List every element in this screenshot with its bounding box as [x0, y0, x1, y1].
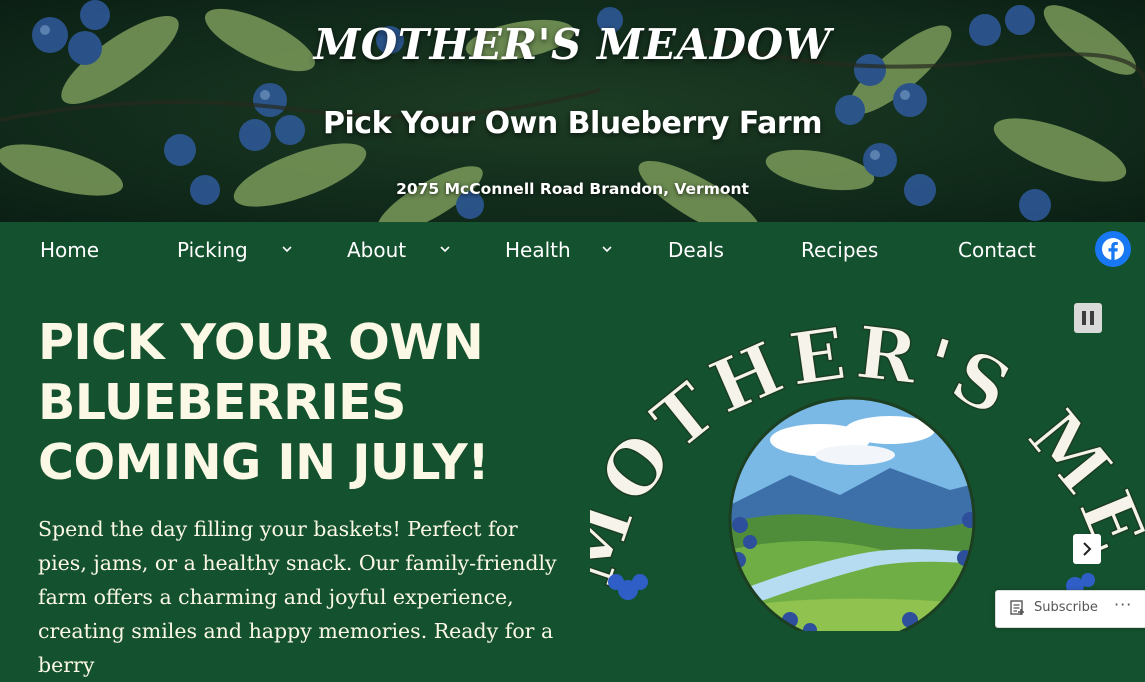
- nav-item-deals[interactable]: Deals: [668, 222, 724, 278]
- chevron-down-icon[interactable]: [279, 241, 295, 257]
- more-options-icon[interactable]: ···: [1114, 595, 1132, 614]
- subscribe-button[interactable]: Subscribe: [1034, 600, 1098, 615]
- header-banner: MOTHER'S MEADOW Pick Your Own Blueberry …: [0, 0, 1145, 222]
- mothers-meadow-logo: MOTHER'S MEADOW: [590, 290, 1145, 631]
- reader-icon: [1010, 600, 1024, 615]
- nav-item-about[interactable]: About: [347, 222, 406, 278]
- pause-icon-bar-right: [1090, 311, 1094, 325]
- facebook-glyph: [1102, 238, 1124, 260]
- nav-item-contact[interactable]: Contact: [958, 222, 1036, 278]
- nav-item-recipes[interactable]: Recipes: [801, 222, 878, 278]
- pause-button[interactable]: [1074, 303, 1102, 333]
- site-title[interactable]: MOTHER'S MEADOW: [0, 20, 1145, 69]
- chevron-down-icon[interactable]: [599, 241, 615, 257]
- next-slide-button[interactable]: [1073, 534, 1101, 564]
- subscribe-bar[interactable]: Subscribe ···: [995, 590, 1145, 628]
- nav-item-home[interactable]: Home: [40, 222, 99, 278]
- chevron-down-icon[interactable]: [437, 241, 453, 257]
- pause-icon-bar-left: [1082, 311, 1086, 325]
- facebook-icon[interactable]: [1095, 231, 1131, 267]
- chevron-right-icon: [1083, 542, 1092, 556]
- nav-item-health[interactable]: Health: [505, 222, 571, 278]
- site-address: 2075 McConnell Road Brandon, Vermont: [396, 180, 749, 198]
- slideshow-image: MOTHER'S MEADOW: [590, 290, 1145, 631]
- hero-headline: PICK YOUR OWN BLUEBERRIES COMING IN JULY…: [38, 314, 490, 491]
- site-tagline: Pick Your Own Blueberry Farm: [323, 106, 822, 141]
- main-navigation: Home Picking About Health Deals Recipes …: [0, 222, 1145, 278]
- hero-intro-text: Spend the day filling your baskets! Perf…: [38, 517, 557, 677]
- nav-item-picking[interactable]: Picking: [177, 222, 248, 278]
